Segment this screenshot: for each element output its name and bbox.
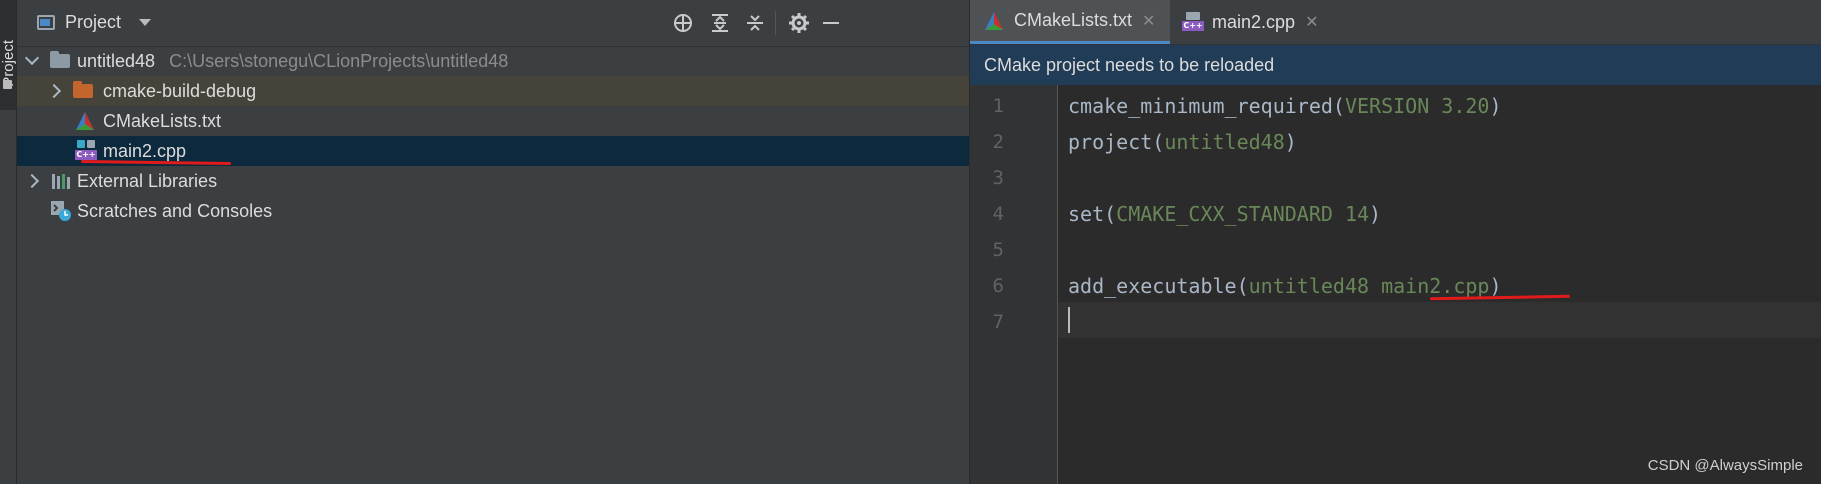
code-line[interactable]: set(CMAKE_CXX_STANDARD 14) <box>1068 196 1381 232</box>
watermark: CSDN @AlwaysSimple <box>1647 457 1803 474</box>
ide-window: Project Project untitled48 C:\Users\ston… <box>0 0 1821 484</box>
tree-item-cmake-build-debug[interactable]: cmake-build-debug <box>17 76 969 106</box>
line-number: 2 <box>992 131 1004 153</box>
project-panel-header: Project <box>17 0 969 47</box>
line-number: 4 <box>992 203 1004 225</box>
tool-window-strip: Project <box>0 0 17 484</box>
cmake-reload-notification: CMake project needs to be reloaded <box>970 45 1821 85</box>
hide-icon[interactable] <box>820 12 842 34</box>
library-icon <box>52 174 70 189</box>
tab-cmakelists[interactable]: CMakeLists.txt ✕ <box>970 0 1170 44</box>
project-panel: Project untitled48 C:\Users\stonegu\CLio… <box>17 0 969 484</box>
line-number-gutter: 1 2 3 4 5 6 7 <box>970 85 1058 484</box>
editor-pane: CMakeLists.txt ✕ C++ main2.cpp ✕ CMake p… <box>970 0 1821 484</box>
line-number: 1 <box>992 95 1004 117</box>
tab-label: main2.cpp <box>1212 11 1296 32</box>
cpp-file-icon: C++ <box>1182 12 1204 32</box>
tree-item-project-root[interactable]: untitled48 C:\Users\stonegu\CLionProjects… <box>17 46 969 76</box>
collapse-all-icon[interactable] <box>744 12 766 34</box>
project-root-path: C:\Users\stonegu\CLionProjects\untitled4… <box>169 50 509 71</box>
line-number: 5 <box>992 239 1004 261</box>
close-icon[interactable]: ✕ <box>1142 11 1155 31</box>
expand-all-icon[interactable] <box>709 12 731 34</box>
scratches-icon <box>51 201 71 221</box>
chevron-down-icon <box>139 19 152 26</box>
locate-icon[interactable] <box>672 12 694 34</box>
line-number: 7 <box>992 311 1004 333</box>
project-root-label: untitled48 <box>77 50 156 71</box>
toolbar-divider <box>775 11 776 35</box>
project-tool-icon <box>3 80 12 89</box>
chevron-right-icon[interactable] <box>24 173 40 189</box>
project-panel-title: Project <box>65 12 122 32</box>
tree-item-scratches[interactable]: Scratches and Consoles <box>17 196 969 226</box>
chevron-right-icon[interactable] <box>46 83 62 99</box>
tree-item-label: main2.cpp <box>103 140 187 161</box>
tab-main2-cpp[interactable]: C++ main2.cpp ✕ <box>1170 0 1340 44</box>
project-view-selector[interactable]: Project <box>37 12 152 33</box>
gear-icon[interactable] <box>788 12 810 34</box>
tree-item-label: Scratches and Consoles <box>77 200 273 221</box>
folder-icon <box>50 51 70 68</box>
current-line-highlight <box>1058 302 1821 338</box>
chevron-down-icon[interactable] <box>24 50 40 66</box>
project-tool-tab-label: Project <box>0 40 17 87</box>
tree-item-cmakelists[interactable]: CMakeLists.txt <box>17 106 969 136</box>
cmake-icon <box>985 11 1003 30</box>
code-line[interactable]: cmake_minimum_required(VERSION 3.20) <box>1068 88 1502 124</box>
text-caret <box>1068 307 1070 333</box>
line-number: 3 <box>992 167 1004 189</box>
folder-icon <box>73 81 93 98</box>
code-line[interactable]: project(untitled48) <box>1068 124 1297 160</box>
cmake-icon <box>76 112 94 130</box>
tab-label: CMakeLists.txt <box>1014 10 1133 30</box>
close-icon[interactable]: ✕ <box>1305 12 1318 32</box>
project-tool-tab[interactable]: Project <box>0 0 17 110</box>
tree-item-label: cmake-build-debug <box>103 80 257 101</box>
cpp-file-icon: C++ <box>75 140 97 162</box>
tree-item-label: External Libraries <box>77 170 218 191</box>
line-number: 6 <box>992 275 1004 297</box>
project-icon <box>37 15 55 30</box>
editor-tab-bar: CMakeLists.txt ✕ C++ main2.cpp ✕ <box>970 0 1821 45</box>
tree-item-external-libraries[interactable]: External Libraries <box>17 166 969 196</box>
tree-item-label: CMakeLists.txt <box>103 110 222 131</box>
